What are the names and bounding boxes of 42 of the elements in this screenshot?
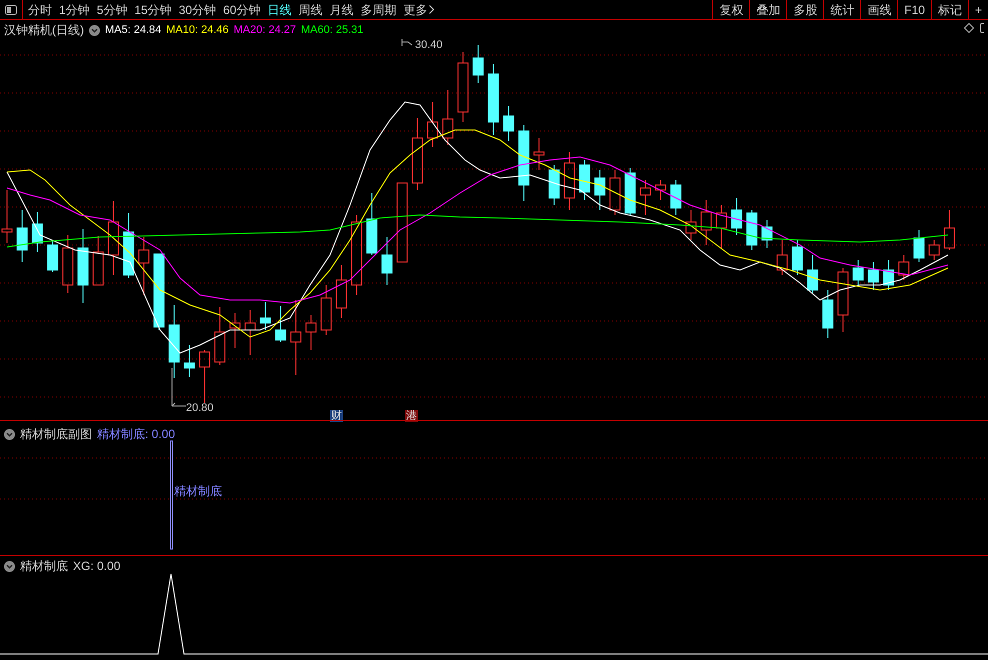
panel-icon xyxy=(5,4,17,14)
tool-button[interactable]: F10 xyxy=(897,0,931,19)
tool-button[interactable]: 标记 xyxy=(930,0,968,19)
indicator-value: XG: 0.00 xyxy=(73,558,120,575)
period-tab[interactable]: 1分钟 xyxy=(59,0,90,18)
ma-legend-text: MA60: 25.31 xyxy=(301,22,364,38)
period-tab[interactable]: 5分钟 xyxy=(96,0,128,18)
event-marker[interactable]: 港 xyxy=(405,410,418,422)
more-button[interactable]: 更多 xyxy=(403,0,434,18)
ma-legend-text: MA10: 24.46 xyxy=(166,22,229,38)
period-tab[interactable]: 周线 xyxy=(298,0,322,18)
diamond-icon[interactable] xyxy=(964,23,974,33)
tool-button[interactable]: 复权 xyxy=(712,0,750,19)
collapse-icon[interactable] xyxy=(4,560,15,572)
period-tab[interactable]: 分时 xyxy=(28,0,52,18)
ma-legend-text: MA5: 24.84 xyxy=(105,22,162,38)
period-tab[interactable]: 60分钟 xyxy=(223,0,260,18)
low-pointer-line xyxy=(172,368,186,406)
indicator-title: 精材制底 xyxy=(20,558,68,575)
low-price-label: 20.80 xyxy=(186,401,214,416)
period-tab[interactable]: 30分钟 xyxy=(178,0,216,18)
tool-button[interactable]: 统计 xyxy=(823,0,860,19)
indicator-value: 精材制底: 0.00 xyxy=(97,426,176,443)
ma-legend-text: MA20: 24.27 xyxy=(234,22,296,38)
chevron-icon xyxy=(429,5,434,14)
tool-button[interactable]: 叠加 xyxy=(749,0,786,19)
tool-button[interactable]: 多股 xyxy=(786,0,824,19)
signal-label: 精材制底 xyxy=(174,483,222,500)
tool-button[interactable]: 画线 xyxy=(860,0,898,19)
chart-title: 汉钟精机(日线) xyxy=(4,22,84,39)
indicator-title: 精材制底副图 xyxy=(20,426,92,443)
period-tab[interactable]: 月线 xyxy=(329,0,354,18)
panel-icon[interactable] xyxy=(980,23,984,33)
period-tab[interactable]: 多周期 xyxy=(360,0,396,18)
collapse-icon[interactable] xyxy=(89,24,100,36)
event-marker[interactable]: 财 xyxy=(330,410,343,422)
period-tab[interactable]: 日线 xyxy=(267,0,292,18)
tool-button[interactable]: + xyxy=(968,0,988,19)
high-pointer-line xyxy=(402,38,412,46)
high-price-label: 30.40 xyxy=(415,38,443,53)
period-tab[interactable]: 15分钟 xyxy=(134,0,172,18)
collapse-icon[interactable] xyxy=(4,428,15,440)
